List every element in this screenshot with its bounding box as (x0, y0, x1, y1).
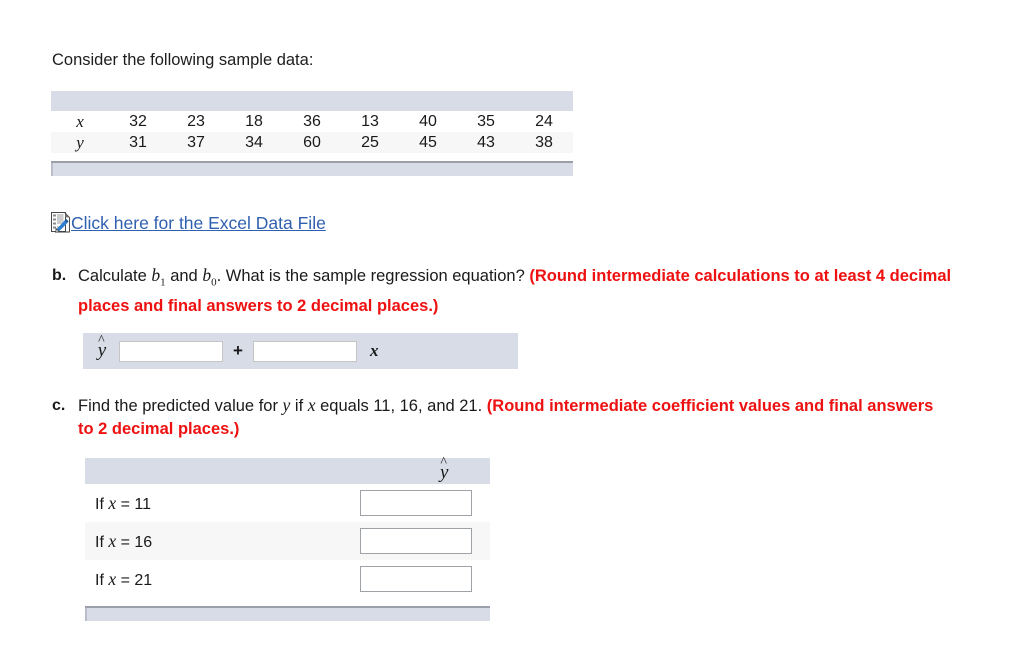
table-cell: 23 (187, 112, 205, 130)
row-label-x-21: If x = 21 (95, 568, 153, 589)
excel-document-icon (51, 212, 70, 234)
intro-text: Consider the following sample data: (52, 51, 314, 69)
question-b-text-1: Calculate (78, 267, 152, 285)
predicted-values-table: ^ y If x = 11 If x = 16 If x = 21 (85, 454, 490, 621)
table-row: y 31 37 34 60 25 45 43 38 (51, 132, 573, 153)
excel-data-file-link[interactable]: Click here for the Excel Data File (51, 212, 326, 234)
table-cell: 31 (129, 133, 147, 151)
x-variable-label: x (370, 341, 379, 360)
question-b: b. Calculate b1 and b0. What is the samp… (52, 264, 952, 318)
table-cell: 38 (535, 133, 553, 151)
question-c-text-1: Find the predicted value for (78, 397, 283, 415)
sample-data-table: x 32 23 18 36 13 40 35 24 y 31 37 34 60 … (51, 91, 573, 176)
variable-b1: b1 (151, 265, 166, 289)
predicted-value-input-x-21[interactable] (360, 566, 472, 592)
question-b-text-3: . What is the sample regression equation… (216, 267, 530, 285)
question-c-text-2: if (290, 397, 308, 415)
variable-x: x (108, 530, 117, 551)
sample-data-table-footer (51, 161, 573, 176)
table-row: If x = 16 (85, 522, 490, 560)
predicted-values-table-footer (85, 606, 490, 621)
regression-equation-panel: ^ y + x (83, 333, 518, 369)
variable-b0: b0 (202, 265, 217, 289)
table-cell: 40 (419, 112, 437, 130)
worksheet-page: Consider the following sample data: x 32… (0, 0, 1024, 659)
variable-x: x (108, 492, 117, 513)
table-cell: 35 (477, 112, 495, 130)
slope-input[interactable] (253, 340, 357, 362)
question-b-marker: b. (52, 267, 67, 284)
table-cell: 37 (187, 133, 205, 151)
table-cell: 36 (303, 112, 321, 130)
table-cell: 34 (245, 133, 263, 151)
table-row: If x = 11 (85, 484, 490, 522)
table-cell: 43 (477, 133, 495, 151)
question-b-text-2: and (165, 267, 203, 285)
question-c-text-3: equals 11, 16, and 21. (315, 397, 487, 415)
table-cell: 60 (303, 133, 321, 151)
plus-sign: + (233, 341, 243, 360)
predicted-value-input-x-16[interactable] (360, 528, 472, 554)
row-label-x: x (76, 111, 84, 131)
table-row: x 32 23 18 36 13 40 35 24 (51, 111, 573, 132)
table-cell: 25 (361, 133, 379, 151)
variable-x: x (307, 395, 316, 415)
question-c-marker: c. (52, 397, 66, 414)
table-row: If x = 21 (85, 560, 490, 598)
table-cell: 45 (419, 133, 437, 151)
intercept-input[interactable] (119, 340, 223, 362)
table-cell: 32 (129, 112, 147, 130)
question-c: c. Find the predicted value for y if x e… (52, 394, 952, 441)
question-b-body: Calculate b1 and b0. What is the sample … (78, 264, 952, 318)
question-c-body: Find the predicted value for y if x equa… (78, 394, 952, 441)
yhat-column-header: ^ y (440, 454, 449, 483)
predicted-value-input-x-11[interactable] (360, 490, 472, 516)
table-cell: 13 (361, 112, 379, 130)
table-cell: 18 (245, 112, 263, 130)
sample-data-table-header (51, 91, 573, 111)
row-label-x-16: If x = 16 (95, 530, 153, 551)
predicted-values-table-header: ^ y (85, 454, 490, 484)
row-label-x-11: If x = 11 (95, 492, 151, 513)
row-label-y: y (76, 132, 84, 152)
yhat-label: ^ y (97, 332, 107, 361)
table-cell: 24 (535, 112, 553, 130)
variable-x: x (108, 568, 117, 589)
excel-data-file-label: Click here for the Excel Data File (71, 213, 326, 233)
